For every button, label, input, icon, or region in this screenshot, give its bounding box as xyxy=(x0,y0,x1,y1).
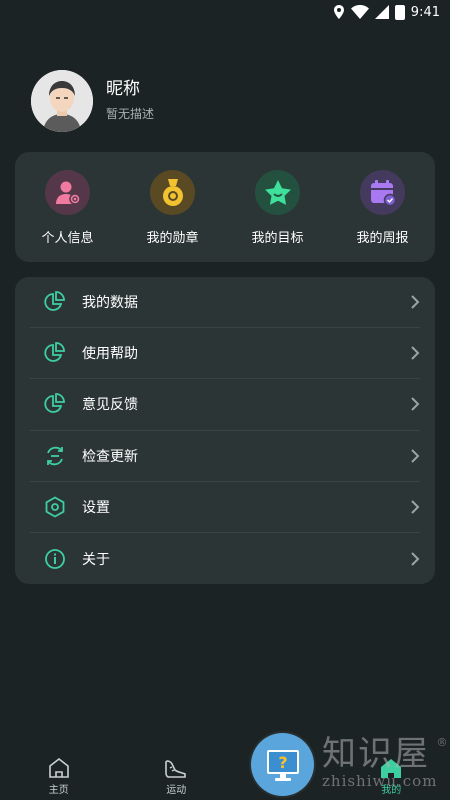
wifi-icon xyxy=(350,5,369,19)
registered-mark-icon: ® xyxy=(436,736,448,749)
chevron-right-icon xyxy=(411,397,420,412)
battery-icon xyxy=(394,4,405,20)
nav-label: 运动 xyxy=(166,785,187,796)
calendar-check-icon xyxy=(360,170,405,215)
signal-icon xyxy=(374,5,389,19)
star-icon xyxy=(255,170,300,215)
medal-icon xyxy=(150,170,195,215)
chevron-right-icon xyxy=(411,551,420,566)
watermark: 知识屋 zhishiwu.com ® xyxy=(322,734,447,790)
menu-label: 意见反馈 xyxy=(82,397,138,414)
chevron-right-icon xyxy=(411,448,420,463)
pie-chart-icon xyxy=(43,392,67,416)
quick-label: 我的勋章 xyxy=(146,231,199,246)
location-icon xyxy=(333,5,344,19)
profile-header[interactable]: 昵称 暂无描述 xyxy=(31,70,154,132)
quick-item-personal-info[interactable]: 个人信息 xyxy=(18,170,118,246)
svg-text:?: ? xyxy=(278,753,287,772)
nav-label: 主页 xyxy=(48,785,69,796)
pie-chart-icon xyxy=(43,290,67,314)
status-time: 9:41 xyxy=(410,4,440,20)
quick-item-weekly-report[interactable]: 我的周报 xyxy=(333,170,433,246)
chevron-right-icon xyxy=(411,295,420,309)
avatar-person-icon xyxy=(31,70,93,132)
user-badge-icon xyxy=(45,170,90,215)
menu-item-my-data[interactable]: 我的数据 xyxy=(30,277,420,329)
menu-label: 我的数据 xyxy=(82,295,138,312)
quick-label: 我的目标 xyxy=(251,231,304,246)
chevron-right-icon xyxy=(411,346,420,360)
pie-chart-icon xyxy=(43,341,67,365)
menu-card: 我的数据 使用帮助 意见反馈 检查更新 设置 关于 xyxy=(15,277,435,584)
menu-item-help[interactable]: 使用帮助 xyxy=(30,328,420,380)
nav-item-sport[interactable]: 运动 xyxy=(136,757,216,796)
chevron-right-icon xyxy=(411,500,420,514)
help-fab-button[interactable]: ? xyxy=(251,733,314,796)
menu-label: 使用帮助 xyxy=(82,346,138,363)
quick-item-goals[interactable]: 我的目标 xyxy=(228,170,328,246)
info-icon xyxy=(43,547,67,571)
quick-label: 个人信息 xyxy=(41,231,94,246)
status-bar: 9:41 xyxy=(0,0,450,24)
refresh-icon xyxy=(43,444,67,468)
menu-item-settings[interactable]: 设置 xyxy=(30,482,420,533)
quick-actions-card: 个人信息 我的勋章 我的目标 我的周报 xyxy=(15,152,435,262)
nav-item-home[interactable]: 主页 xyxy=(19,757,99,796)
monitor-question-icon: ? xyxy=(266,749,299,781)
menu-item-check-update[interactable]: 检查更新 xyxy=(30,431,420,482)
nickname: 昵称 xyxy=(106,79,140,99)
hexagon-settings-icon xyxy=(43,495,67,519)
shoe-icon xyxy=(165,760,187,778)
menu-label: 设置 xyxy=(82,499,110,516)
menu-item-about[interactable]: 关于 xyxy=(30,533,420,584)
menu-label: 关于 xyxy=(82,551,110,568)
watermark-url: zhishiwu.com xyxy=(322,772,438,790)
watermark-title: 知识屋 xyxy=(322,734,430,774)
menu-label: 检查更新 xyxy=(82,448,138,465)
home-icon xyxy=(48,757,69,778)
quick-label: 我的周报 xyxy=(356,231,409,246)
menu-item-feedback[interactable]: 意见反馈 xyxy=(30,379,420,431)
profile-description: 暂无描述 xyxy=(106,107,155,121)
avatar[interactable] xyxy=(31,70,93,132)
quick-item-medals[interactable]: 我的勋章 xyxy=(123,170,223,246)
